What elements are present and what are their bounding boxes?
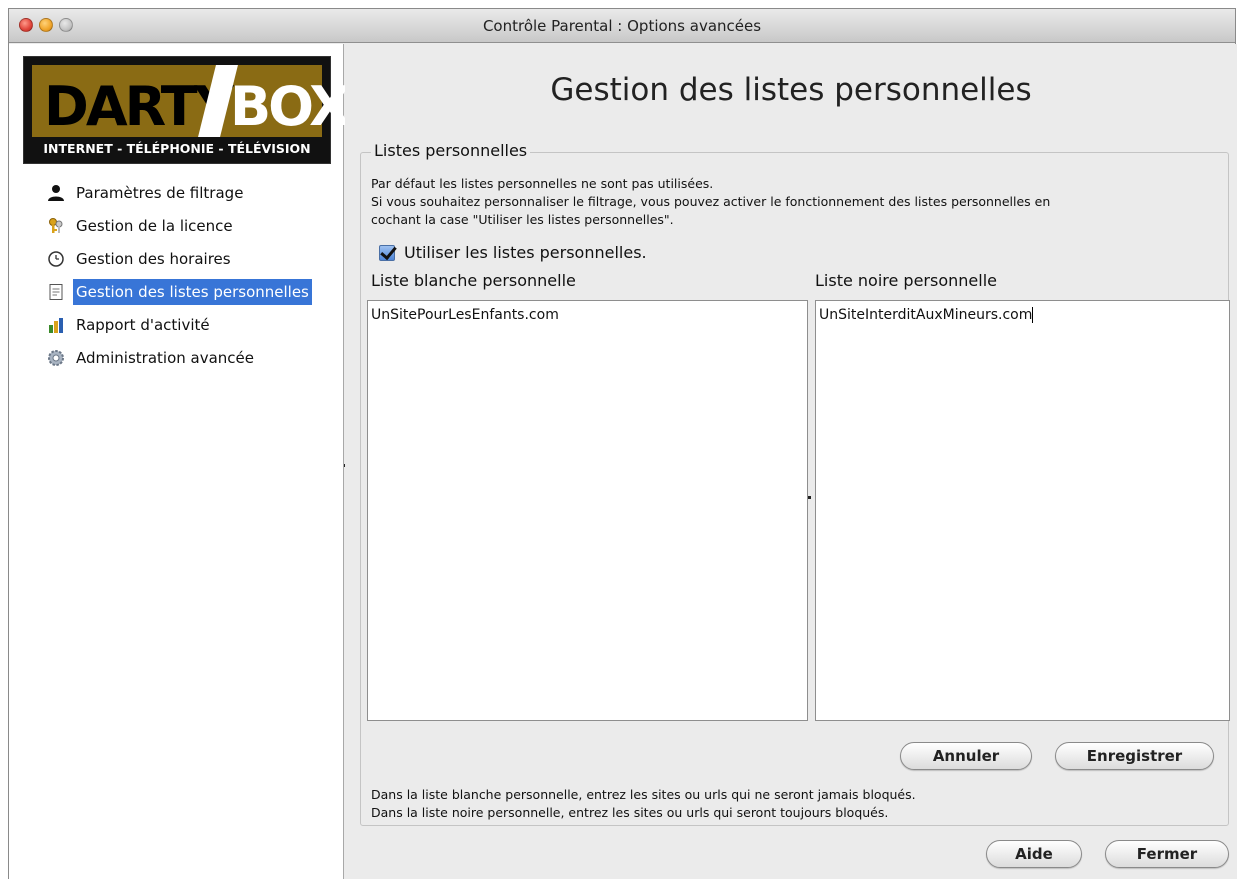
sidebar-item-label: Administration avancée — [76, 348, 255, 367]
use-personal-lists-checkbox[interactable] — [379, 244, 395, 261]
sidebar-item-label: Rapport d'activité — [76, 315, 210, 334]
whitelist-textarea[interactable]: UnSitePourLesEnfants.com — [367, 300, 808, 721]
save-button[interactable]: Enregistrer — [1055, 742, 1214, 770]
description-line: Par défaut les listes personnelles ne so… — [371, 176, 714, 191]
sidebar-item-label: Gestion des horaires — [76, 249, 231, 268]
window-controls — [19, 18, 73, 32]
sidebar: DARTY BOX INTERNET - TÉLÉPHONIE - TÉLÉVI… — [9, 44, 351, 879]
blacklist-textarea[interactable]: UnSiteInterditAuxMineurs.com — [815, 300, 1230, 721]
window-title: Contrôle Parental : Options avancées — [482, 16, 762, 35]
description-line: Si vous souhaitez personnaliser le filtr… — [371, 194, 1051, 209]
sidebar-item-label: Paramètres de filtrage — [76, 183, 244, 202]
help-line: Dans la liste noire personnelle, entrez … — [371, 805, 889, 820]
cancel-button[interactable]: Annuler — [900, 742, 1032, 770]
gear-icon — [47, 349, 65, 367]
blacklist-entry: UnSiteInterditAuxMineurs.com — [819, 307, 1033, 323]
help-button[interactable]: Aide — [986, 840, 1082, 868]
sidebar-item-licence[interactable]: Gestion de la licence — [9, 209, 343, 242]
sidebar-item-rapport[interactable]: Rapport d'activité — [9, 308, 343, 341]
sidebar-item-listes[interactable]: Gestion des listes personnelles — [9, 275, 343, 308]
logo-tagline: INTERNET - TÉLÉPHONIE - TÉLÉVISION — [43, 141, 311, 156]
logo-box-text: BOX — [230, 75, 351, 138]
help-line: Dans la liste blanche personnelle, entre… — [371, 787, 916, 802]
app-window: Contrôle Parental : Options avancées DAR… — [8, 8, 1237, 879]
lists-splitter-handle[interactable] — [808, 496, 811, 499]
sidebar-item-filtrage[interactable]: Paramètres de filtrage — [9, 176, 343, 209]
logo-brand-band: DARTY BOX — [32, 65, 351, 138]
group-title: Listes personnelles — [371, 141, 531, 160]
group-description: Par défaut les listes personnelles ne so… — [371, 175, 1050, 229]
use-personal-lists-row[interactable]: Utiliser les listes personnelles. — [379, 243, 647, 262]
user-icon — [47, 184, 65, 202]
page-title: Gestion des listes personnelles — [550, 72, 1032, 108]
whitelist-label: Liste blanche personnelle — [371, 271, 576, 290]
minimize-window-button[interactable] — [39, 18, 53, 32]
main-panel: Gestion des listes personnelles Listes p… — [345, 44, 1237, 879]
zoom-window-button[interactable] — [59, 18, 73, 32]
sidebar-item-label: Gestion de la licence — [76, 216, 233, 235]
chart-icon — [47, 316, 65, 334]
blacklist-label: Liste noire personnelle — [815, 271, 997, 290]
title-bar: Contrôle Parental : Options avancées — [9, 9, 1235, 43]
darty-box-logo: DARTY BOX INTERNET - TÉLÉPHONIE - TÉLÉVI… — [23, 56, 351, 164]
personal-lists-group: Listes personnelles Par défaut les liste… — [360, 141, 1230, 826]
text-cursor — [1032, 307, 1034, 323]
sidebar-item-label: Gestion des listes personnelles — [73, 278, 312, 305]
sidebar-item-horaires[interactable]: Gestion des horaires — [9, 242, 343, 275]
close-window-button[interactable] — [19, 18, 33, 32]
description-line: cochant la case "Utiliser les listes per… — [371, 212, 674, 227]
document-icon — [47, 283, 65, 301]
keys-icon — [47, 217, 65, 235]
clock-icon — [47, 250, 65, 268]
use-personal-lists-label: Utiliser les listes personnelles. — [404, 243, 647, 262]
close-button[interactable]: Fermer — [1105, 840, 1229, 868]
lists-help-text: Dans la liste blanche personnelle, entre… — [371, 786, 916, 822]
sidebar-nav: Paramètres de filtrage Gestion de la lic… — [9, 176, 343, 374]
sidebar-item-administration[interactable]: Administration avancée — [9, 341, 343, 374]
whitelist-entry: UnSitePourLesEnfants.com — [371, 307, 559, 323]
